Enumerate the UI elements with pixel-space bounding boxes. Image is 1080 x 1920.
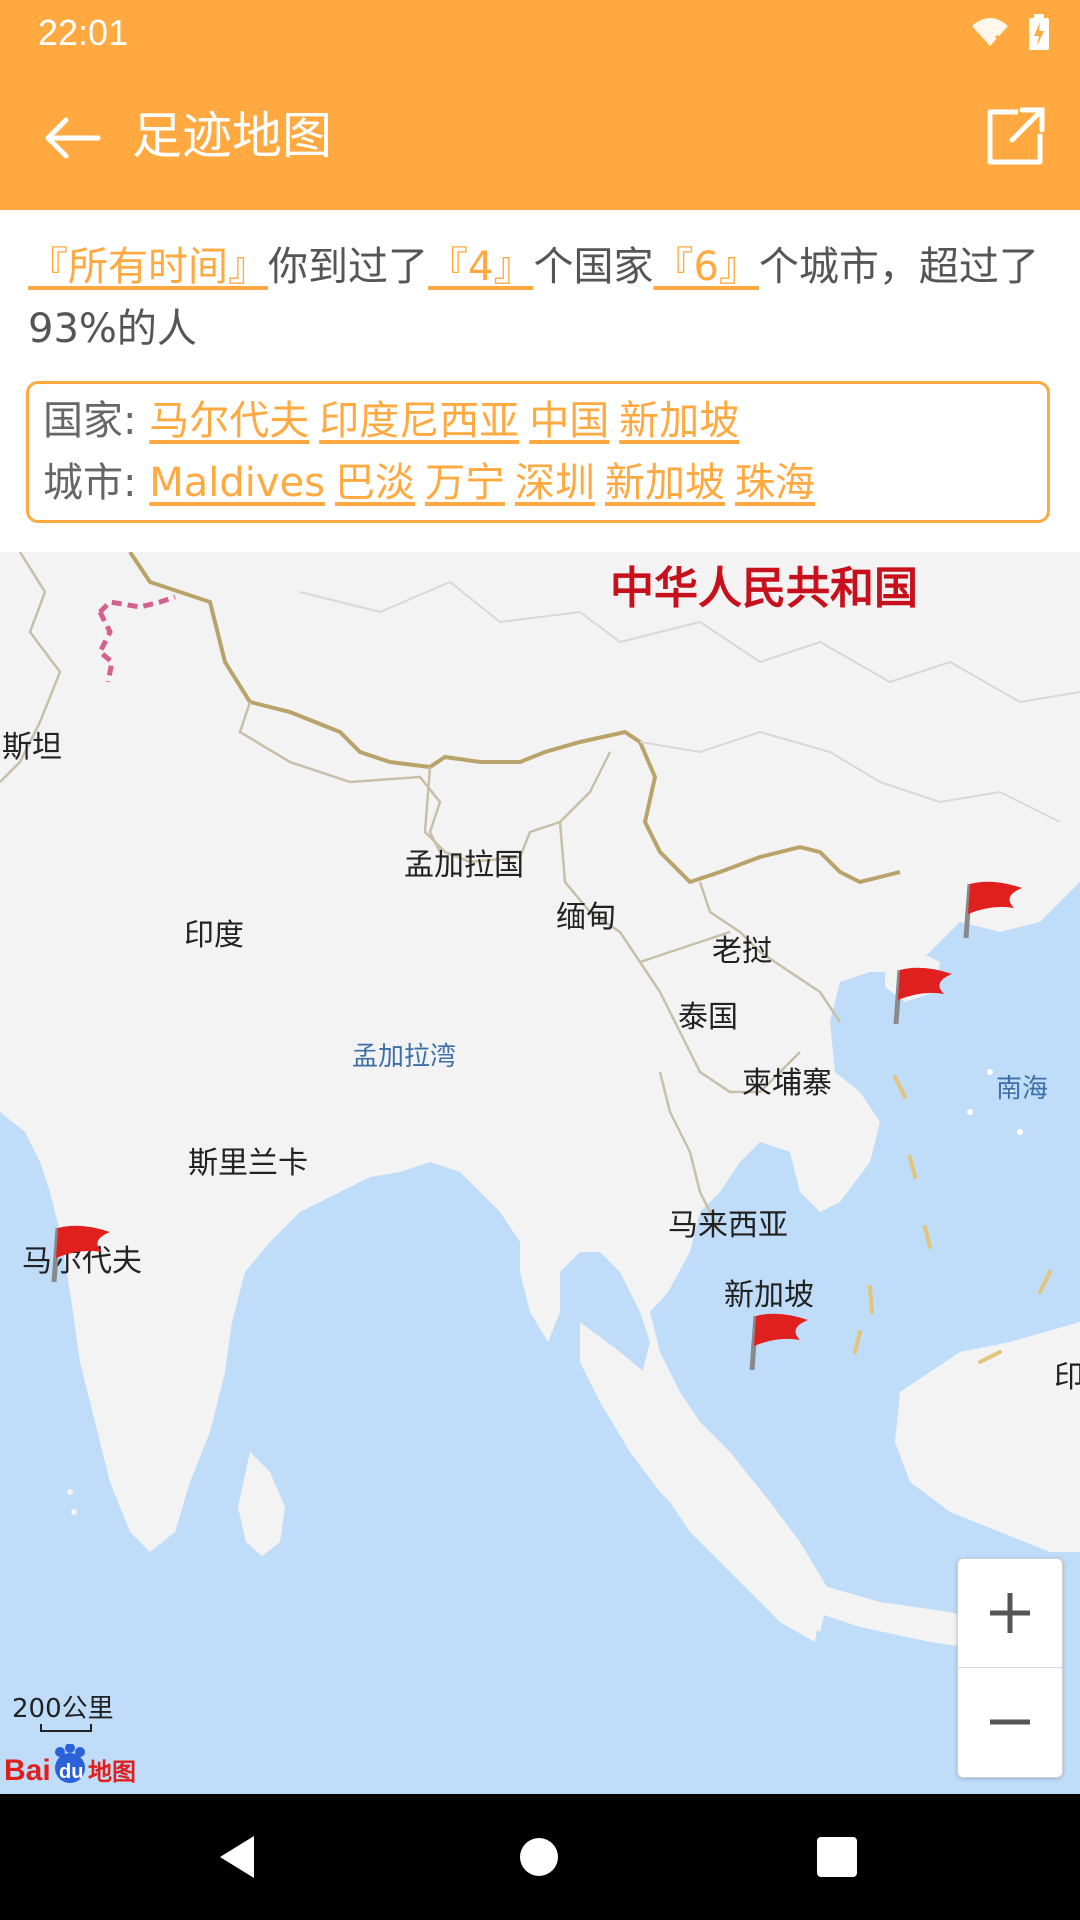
nav-recents-icon [817,1837,857,1877]
baidu-map-logo: Bai du 地图 [4,1744,136,1787]
nav-home-icon [520,1838,558,1876]
plus-icon [990,1593,1030,1633]
city-link[interactable]: 珠海 [735,460,815,506]
cities-row: 城市: Maldives 巴淡 万宁 深圳 新加坡 珠海 [43,452,1035,514]
map-label-bay-of-bengal: 孟加拉湾 [352,1041,457,1071]
map-label-myanmar: 缅甸 [556,901,616,934]
back-button[interactable] [36,102,108,174]
map-label-thailand: 泰国 [678,1001,738,1034]
zoom-out-button[interactable] [958,1668,1062,1776]
system-nav-bar [0,1794,1080,1920]
arrow-left-icon [45,117,101,159]
period-selector[interactable]: 『所有时间』 [28,244,268,290]
footprint-map[interactable]: 中华人民共和国 斯坦 孟加拉国 缅甸 印度 老挝 泰国 孟加拉湾 柬埔寨 南海 … [0,552,1080,1794]
country-link[interactable]: 马尔代夫 [149,398,309,444]
minus-icon [990,1719,1030,1725]
nav-recents-button[interactable] [804,1824,870,1890]
svg-text:地图: 地图 [88,1758,136,1786]
status-time: 22:01 [38,12,129,53]
svg-text:Bai: Bai [4,1754,51,1787]
map-label-sri-lanka: 斯里兰卡 [188,1147,308,1180]
map-label-pakistan: 斯坦 [2,731,62,764]
visited-flag-icon[interactable] [892,964,956,1028]
map-scale-bar [40,1724,92,1732]
country-link[interactable]: 中国 [529,398,609,444]
visited-flag-icon[interactable] [962,878,1026,942]
visited-flag-icon[interactable] [748,1310,812,1374]
summary-text-countries: 个国家 [533,244,654,290]
nav-back-button[interactable] [206,1824,272,1890]
map-label-indonesia: 印 [1054,1361,1080,1394]
country-link[interactable]: 新加坡 [619,398,739,444]
battery-charging-icon [1029,14,1049,50]
nav-back-icon [220,1836,254,1878]
city-link[interactable]: 新加坡 [605,460,725,506]
map-label-india: 印度 [184,919,244,952]
status-bar: 22:01 [0,0,1080,66]
page-title: 足迹地图 [132,107,332,165]
wifi-icon [972,18,1008,48]
city-link[interactable]: 巴淡 [335,460,415,506]
countries-count[interactable]: 『4』 [428,244,533,290]
footprint-summary: 『所有时间』你到过了『4』个国家『6』个城市，超过了93%的人 [28,236,1052,360]
svg-text:du: du [59,1761,83,1783]
city-link[interactable]: 深圳 [515,460,595,506]
nav-home-button[interactable] [506,1824,572,1890]
countries-label: 国家: [43,398,137,444]
map-scale-label: 200公里 [12,1694,114,1724]
map-label-bangladesh: 孟加拉国 [404,849,524,882]
map-label-malaysia: 马来西亚 [668,1209,788,1242]
map-label-laos: 老挝 [712,935,772,968]
zoom-in-button[interactable] [958,1559,1062,1668]
zoom-control [957,1558,1063,1778]
share-icon [987,107,1045,165]
status-icons [970,10,1050,54]
cities-count[interactable]: 『6』 [653,244,758,290]
city-link[interactable]: Maldives [149,460,325,506]
visited-flag-icon[interactable] [50,1222,114,1286]
visited-places-box: 国家: 马尔代夫 印度尼西亚 中国 新加坡 城市: Maldives 巴淡 万宁 深圳 新加坡… [26,381,1050,523]
map-label-south-sea: 南海 [996,1073,1049,1103]
map-label-singapore: 新加坡 [724,1279,814,1312]
map-label-china: 中华人民共和国 [610,564,918,613]
cities-label: 城市: [43,460,137,506]
share-button[interactable] [978,100,1050,172]
city-link[interactable]: 万宁 [425,460,505,506]
country-link[interactable]: 印度尼西亚 [319,398,519,444]
summary-text-been: 你到过了 [268,244,428,290]
map-label-cambodia: 柬埔寨 [742,1067,832,1100]
map-land [0,552,1080,1652]
countries-row: 国家: 马尔代夫 印度尼西亚 中国 新加坡 [43,390,1035,452]
app-bar: 足迹地图 [0,66,1080,210]
